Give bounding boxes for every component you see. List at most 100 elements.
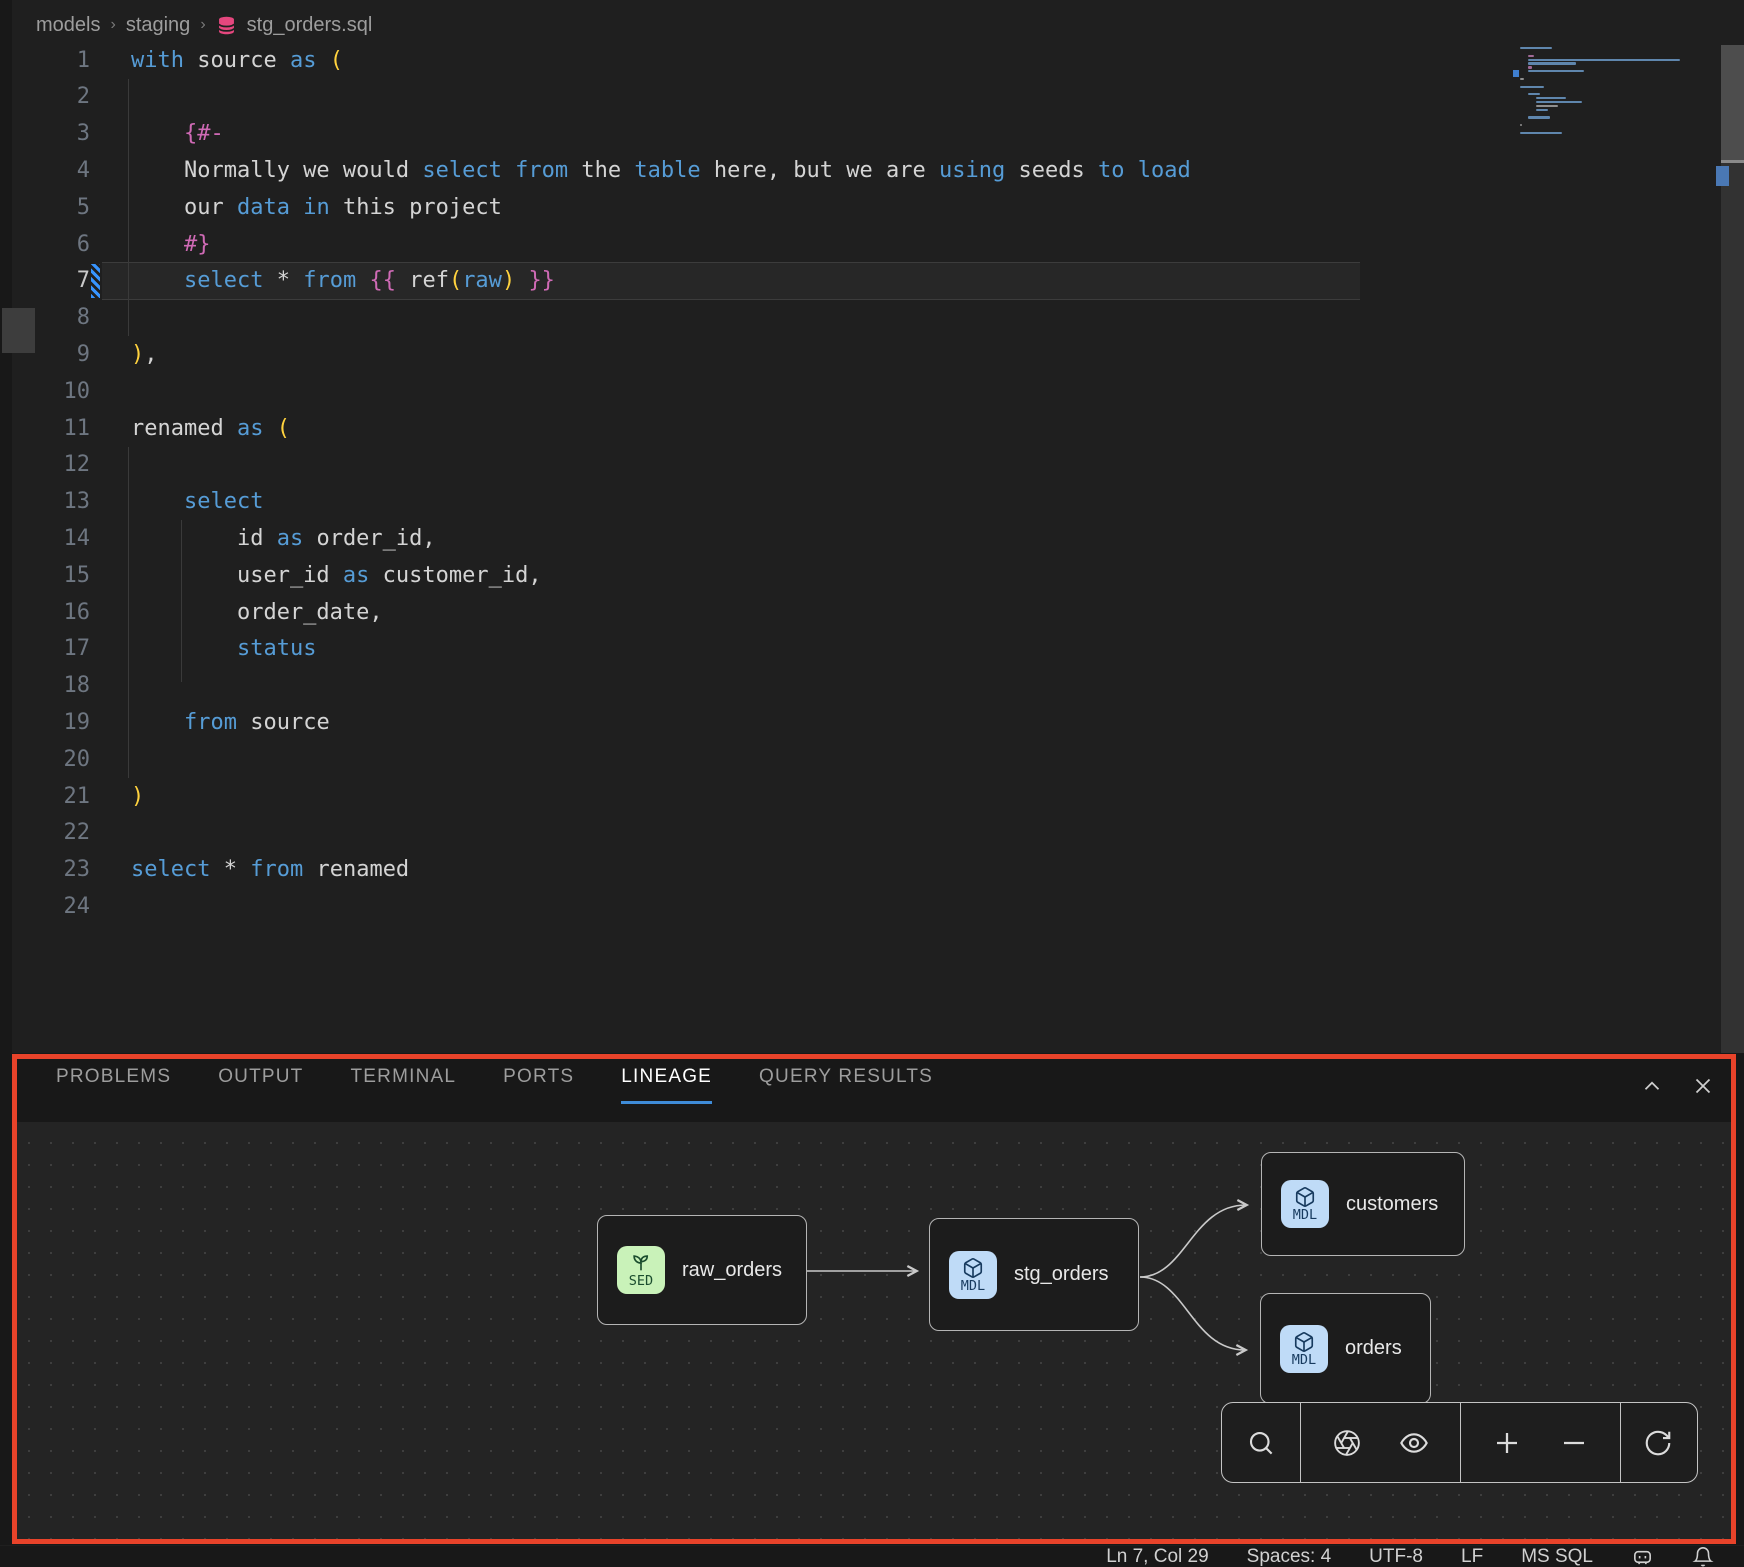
lineage-node-stg_orders[interactable]: MDLstg_orders xyxy=(929,1218,1139,1331)
indentation-status[interactable]: Spaces: 4 xyxy=(1247,1546,1332,1567)
notifications-bell-icon[interactable] xyxy=(1692,1546,1714,1567)
tab-ports[interactable]: PORTS xyxy=(503,1066,574,1101)
tab-output[interactable]: OUTPUT xyxy=(218,1066,303,1101)
minimap-line xyxy=(1536,109,1548,111)
lineage-toolbar xyxy=(1221,1402,1698,1483)
lineage-node-orders[interactable]: MDL orders xyxy=(1260,1293,1431,1404)
visibility-button[interactable] xyxy=(1392,1421,1436,1465)
cube-icon xyxy=(1294,1186,1316,1208)
minimap-line xyxy=(1520,78,1524,80)
search-button[interactable] xyxy=(1239,1421,1283,1465)
node-label: orders xyxy=(1345,1337,1402,1360)
code-line[interactable]: ) xyxy=(131,778,144,815)
line-number: 5 xyxy=(30,189,90,226)
code-line[interactable]: id as order_id, xyxy=(131,520,436,557)
scrollbar-track[interactable] xyxy=(1721,163,1744,1053)
seed-badge: SED xyxy=(617,1246,665,1294)
line-number: 11 xyxy=(30,410,90,447)
line-number: 22 xyxy=(30,814,90,851)
minimap-line xyxy=(1528,70,1584,72)
line-number: 6 xyxy=(30,226,90,263)
close-panel-button[interactable] xyxy=(1687,1070,1719,1102)
minimap-change-marker xyxy=(1513,70,1519,77)
line-number: 16 xyxy=(30,594,90,631)
node-label: raw_orders xyxy=(682,1259,782,1282)
line-number: 21 xyxy=(30,778,90,815)
zoom-in-button[interactable] xyxy=(1485,1421,1529,1465)
model-badge: MDL xyxy=(1280,1325,1328,1373)
line-number: 19 xyxy=(30,704,90,741)
maximize-panel-button[interactable] xyxy=(1636,1070,1668,1102)
cursor-position-status[interactable]: Ln 7, Col 29 xyxy=(1106,1546,1208,1567)
chevron-right-icon: › xyxy=(200,16,205,34)
tab-terminal[interactable]: TERMINAL xyxy=(351,1066,457,1101)
eol-status[interactable]: LF xyxy=(1461,1546,1483,1567)
line-number: 2 xyxy=(30,78,90,115)
tab-query-results[interactable]: QUERY RESULTS xyxy=(759,1066,933,1101)
line-number: 18 xyxy=(30,667,90,704)
copilot-icon[interactable] xyxy=(1631,1545,1654,1567)
line-number: 20 xyxy=(30,741,90,778)
indent-guide xyxy=(128,79,129,336)
code-line[interactable]: renamed as ( xyxy=(131,410,290,447)
aperture-icon xyxy=(1332,1428,1362,1458)
cube-icon xyxy=(962,1257,984,1279)
code-line[interactable]: user_id as customer_id, xyxy=(131,557,542,594)
lineage-node-customers[interactable]: MDL customers xyxy=(1261,1152,1465,1256)
code-line[interactable]: select * from renamed xyxy=(131,851,409,888)
minimap-line xyxy=(1528,66,1532,68)
refresh-button[interactable] xyxy=(1636,1421,1680,1465)
refresh-icon xyxy=(1643,1428,1673,1458)
minimap-line xyxy=(1528,59,1680,61)
code-line[interactable]: ), xyxy=(131,336,158,373)
lineage-node-raw_orders[interactable]: SED raw_orders xyxy=(597,1215,807,1325)
code-line[interactable]: status xyxy=(131,630,316,667)
code-line[interactable]: select xyxy=(131,483,263,520)
breadcrumb-file[interactable]: stg_orders.sql xyxy=(247,14,373,37)
panel-tab-bar: PROBLEMS OUTPUT TERMINAL PORTS LINEAGE QUERY … xyxy=(56,1066,933,1104)
tab-problems[interactable]: PROBLEMS xyxy=(56,1066,171,1101)
indent-guide xyxy=(128,447,129,778)
badge-label: MDL xyxy=(1292,1353,1316,1367)
code-line[interactable]: #} xyxy=(131,226,210,263)
minimap-slider[interactable] xyxy=(1721,45,1744,163)
minimap-line xyxy=(1520,132,1562,134)
minimap-line xyxy=(1528,93,1540,95)
line-number: 9 xyxy=(30,336,90,373)
model-badge: MDL xyxy=(949,1251,997,1299)
badge-label: MDL xyxy=(1293,1208,1317,1222)
status-bar: Ln 7, Col 29 Spaces: 4 UTF-8 LF MS SQL xyxy=(0,1546,1744,1567)
zoom-out-button[interactable] xyxy=(1552,1421,1596,1465)
line-number: 23 xyxy=(30,851,90,888)
code-line[interactable]: {#- xyxy=(131,115,224,152)
minimap-line xyxy=(1520,124,1522,126)
code-line[interactable]: our data in this project xyxy=(131,189,502,226)
encoding-status[interactable]: UTF-8 xyxy=(1369,1546,1423,1567)
cube-icon xyxy=(1293,1331,1315,1353)
minimap-line xyxy=(1536,101,1582,103)
node-label: customers xyxy=(1346,1193,1438,1216)
breadcrumb: models › staging › stg_orders.sql xyxy=(36,11,372,39)
code-line[interactable]: order_date, xyxy=(131,594,383,631)
breadcrumb-item-models[interactable]: models xyxy=(36,14,100,37)
line-number: 8 xyxy=(30,299,90,336)
minimap-line xyxy=(1536,97,1566,99)
badge-label: MDL xyxy=(961,1279,985,1293)
chevron-right-icon: › xyxy=(110,16,115,34)
code-line[interactable]: select * from {{ ref(raw) }} xyxy=(131,262,555,299)
minimap-line xyxy=(1528,116,1550,118)
code-line[interactable]: from source xyxy=(131,704,330,741)
language-mode-status[interactable]: MS SQL xyxy=(1521,1546,1593,1567)
line-number: 7 xyxy=(30,262,90,299)
vscode-window: models › staging › stg_orders.sql 1with … xyxy=(0,0,1744,1567)
breadcrumb-item-staging[interactable]: staging xyxy=(126,14,191,37)
database-icon xyxy=(216,15,237,36)
line-number: 24 xyxy=(30,888,90,925)
tab-lineage[interactable]: LINEAGE xyxy=(621,1066,712,1104)
line-number: 4 xyxy=(30,152,90,189)
eye-icon xyxy=(1398,1427,1430,1459)
aperture-button[interactable] xyxy=(1325,1421,1369,1465)
code-line[interactable]: Normally we would select from the table … xyxy=(131,152,1191,189)
code-line[interactable]: with source as ( xyxy=(131,42,343,79)
line-number: 12 xyxy=(30,446,90,483)
